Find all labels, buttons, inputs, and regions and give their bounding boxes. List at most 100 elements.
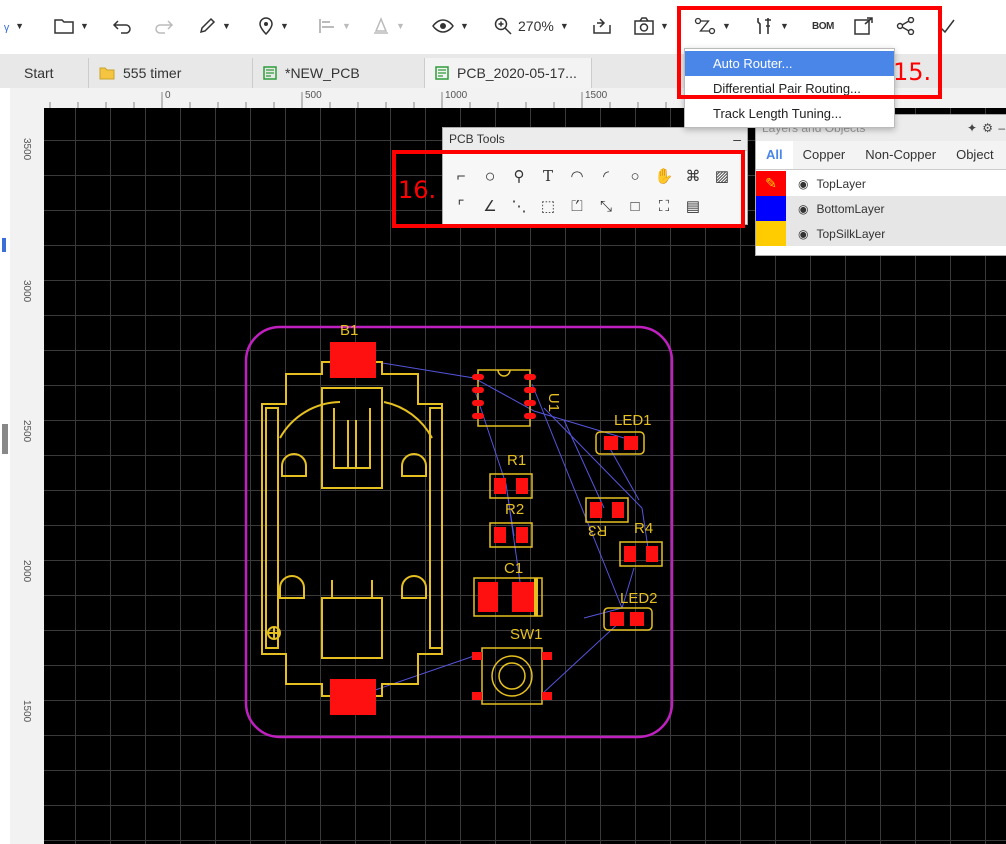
folder-icon [54,19,74,34]
ruler-label: 1000 [445,90,468,101]
chevron-down-icon: ▼ [660,21,669,31]
layer-name: BottomLayer [816,201,885,216]
ruler-label: 0 [165,90,171,101]
gear-icon[interactable]: ⚙ [982,115,993,141]
pin-icon[interactable]: ✦ [967,115,977,141]
chevron-down-icon: ▼ [80,21,89,31]
chevron-down-icon: ▼ [396,21,405,31]
distribute-menu[interactable]: ▼ [372,14,405,38]
ruler-label: 2500 [21,420,32,443]
designator-b1: B1 [340,322,359,339]
r4-footprint [619,541,663,567]
pencil-icon [199,17,216,34]
tab-555-timer[interactable]: 555 timer [88,58,248,88]
tab-label: *NEW_PCB [285,65,360,81]
designator-r2: R2 [505,501,525,518]
b1-pad-top [330,342,376,378]
layers-tab-all[interactable]: All [756,141,793,169]
minimize-icon[interactable]: – [998,115,1005,141]
align-menu[interactable]: ▼ [318,14,351,38]
board-outline [244,325,674,739]
eye-icon[interactable]: ◉ [798,227,808,241]
tab-start[interactable]: Start [14,58,84,88]
export-button[interactable] [592,14,612,38]
location-pin-icon [259,17,273,35]
left-gutter [0,88,10,844]
b1-pad-bottom [330,679,376,715]
layer-row-topsilk[interactable]: ◉ TopSilkLayer [756,221,1006,246]
ruler-label: 500 [305,90,322,101]
r3-footprint [585,497,629,523]
zoom-in-icon [494,17,512,35]
designator-u1: U1 [545,392,563,413]
align-icon [319,19,334,33]
panel-collapse-handle[interactable] [2,424,8,454]
export-icon [593,18,611,34]
toolbar-left-group: ᵧ ▼ [4,14,24,38]
callout-16: 16. [398,176,437,204]
layer-row-top[interactable]: ✎ ◉ TopLayer [756,171,1006,196]
menu-item-track-length-tuning[interactable]: Track Length Tuning... [685,101,894,126]
tab-label: 555 timer [123,65,182,81]
folder-icon [99,67,115,79]
pcb-document-icon [435,66,449,80]
designator-c1: C1 [504,560,524,577]
gutter-marker [2,238,6,252]
layers-tab-object[interactable]: Object [946,141,1004,169]
camera-menu[interactable]: ▼ [634,14,669,38]
layer-color-swatch: ✎ [756,171,786,196]
eye-icon[interactable]: ◉ [798,202,808,216]
layers-tab-copper[interactable]: Copper [793,141,856,169]
place-menu[interactable]: ▼ [258,14,289,38]
annotation-box-16 [392,150,745,228]
draw-menu[interactable]: ▼ [198,14,231,38]
ruler-label: 1500 [21,700,32,723]
tab-pcb-2020[interactable]: PCB_2020-05-17... [424,58,592,88]
distribute-icon [374,17,388,34]
tab-label: PCB_2020-05-17... [457,65,577,81]
undo-button[interactable] [112,14,132,38]
r1-footprint [489,473,533,499]
chevron-down-icon: ▼ [460,21,469,31]
tab-new-pcb[interactable]: *NEW_PCB [252,58,420,88]
designator-led1: LED1 [614,412,652,429]
layers-panel: Layers and Objects ✦ ⚙ – All Copper Non-… [755,114,1006,256]
camera-icon [634,17,654,35]
eye-icon [432,19,454,33]
led1-footprint [595,431,645,455]
layer-name: TopSilkLayer [816,226,886,241]
u1-footprint [472,369,536,427]
chevron-down-icon: ▼ [559,21,569,31]
minimize-icon[interactable]: – [733,128,741,150]
undo-icon [112,20,131,34]
zoom-menu[interactable]: 270% ▼ [494,14,569,38]
sw1-footprint [472,647,552,705]
ruler-label: 3000 [21,280,32,303]
redo-icon [155,20,174,34]
ruler-vertical: 3500 3000 2500 2000 1500 [10,108,45,844]
folder-menu[interactable]: ▼ [54,14,89,38]
layer-color-swatch [756,196,786,221]
layers-tab-non-copper[interactable]: Non-Copper [855,141,946,169]
eye-icon[interactable]: ◉ [798,177,808,191]
pcb-tools-title: PCB Tools [449,132,505,146]
redo-button[interactable] [154,14,174,38]
layer-color-swatch [756,221,786,246]
chevron-down-icon: ▼ [280,21,289,31]
layers-tabs: All Copper Non-Copper Object [756,141,1006,170]
layer-name: TopLayer [816,176,866,191]
ruler-label: 2000 [21,560,32,583]
view-menu[interactable]: ▼ [432,14,469,38]
battery-holder-silk [261,361,443,697]
ruler-label: 3500 [21,138,32,161]
layer-row-bottom[interactable]: ◉ BottomLayer [756,196,1006,221]
c1-footprint [473,577,543,617]
pcb-document-icon [263,66,277,80]
chevron-down-icon: ▼ [222,21,231,31]
partial-icon[interactable]: ᵧ [4,17,9,35]
designator-r1: R1 [507,452,527,469]
chevron-down-icon[interactable]: ▼ [15,21,24,31]
pcb-tools-header[interactable]: PCB Tools – [443,128,747,151]
r2-footprint [489,522,533,548]
tab-label: Start [24,65,54,81]
